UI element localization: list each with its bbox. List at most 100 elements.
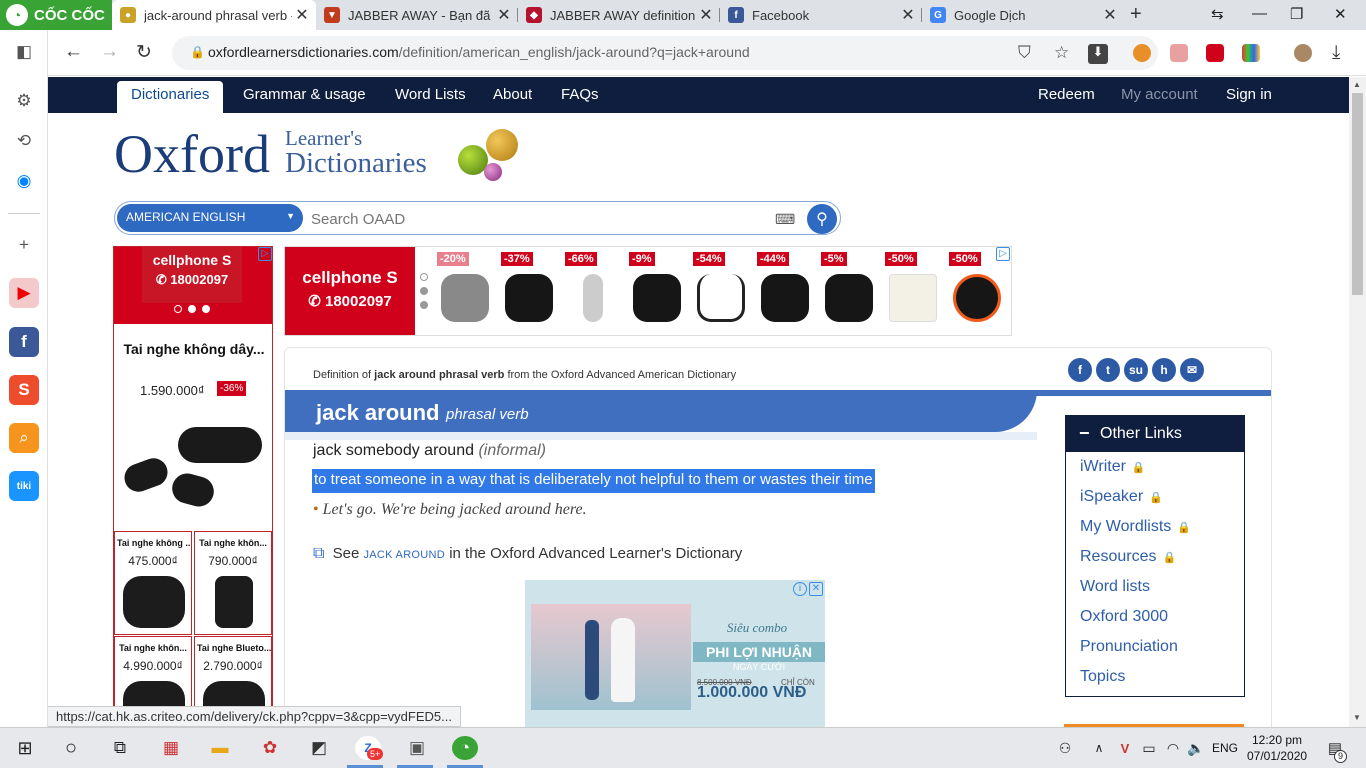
settings-icon[interactable]: ⚙: [9, 86, 39, 116]
tab-search-icon[interactable]: ⇆: [1211, 5, 1224, 23]
tiki-icon[interactable]: tiki: [9, 471, 39, 501]
link-ispeaker[interactable]: iSpeaker 🔒: [1080, 488, 1163, 506]
banner-product[interactable]: -50%: [883, 252, 941, 330]
top-ad-banner[interactable]: cellphone S ✆ 18002097 -20% -37% -66% -9…: [284, 246, 1012, 336]
reddit-share-icon[interactable]: h: [1152, 358, 1176, 382]
nav-dictionaries[interactable]: Dictionaries: [117, 81, 224, 113]
ad-product-cell[interactable]: Tai nghe khôn... 790.000₫: [194, 531, 272, 635]
close-window-button[interactable]: ✕: [1334, 5, 1347, 23]
banner-product[interactable]: -50%: [947, 252, 1005, 330]
stumbleupon-share-icon[interactable]: su: [1124, 358, 1148, 382]
bookmark-star-icon[interactable]: ☆: [1054, 43, 1069, 63]
link-oxford-3000[interactable]: Oxford 3000: [1080, 608, 1168, 626]
nav-about[interactable]: About: [493, 86, 532, 103]
tab-google-translate[interactable]: G Google Dịch ✕: [922, 0, 1124, 30]
close-tab-icon[interactable]: ✕: [1100, 5, 1120, 25]
input-language[interactable]: ENG: [1212, 741, 1238, 755]
link-word-lists[interactable]: Word lists: [1080, 578, 1150, 596]
facebook-icon[interactable]: f: [9, 327, 39, 357]
coccoc-menu-button[interactable]: ◔ CỐC CỐC: [0, 0, 112, 30]
carousel-dots[interactable]: [174, 305, 210, 313]
forward-button[interactable]: →: [100, 41, 119, 63]
banner-product[interactable]: -66%: [563, 252, 621, 330]
adchoices-icon[interactable]: ▷: [996, 247, 1010, 261]
banner-dot[interactable]: [420, 273, 428, 281]
show-hidden-icons[interactable]: ∧: [1086, 736, 1112, 760]
close-tab-icon[interactable]: ✕: [696, 5, 716, 25]
search-input[interactable]: [311, 207, 771, 231]
extension-coccoc-icon[interactable]: [1133, 44, 1151, 62]
banner-product[interactable]: -54%: [691, 252, 749, 330]
carousel-dot[interactable]: [188, 305, 196, 313]
shopee-icon[interactable]: S: [9, 375, 39, 405]
left-ad-banner[interactable]: cellphone S ✆ 18002097 ▷ Tai nghe không …: [113, 246, 273, 727]
link-pronunciation[interactable]: Pronunciation: [1080, 638, 1178, 656]
app-notes-icon[interactable]: ◩: [306, 736, 332, 760]
windows-start-icon[interactable]: ⊞: [12, 736, 38, 760]
battery-icon[interactable]: ▭: [1136, 736, 1162, 760]
address-bar[interactable]: 🔒 oxfordlearnersdictionaries.com/definit…: [172, 36, 1158, 70]
download-page-icon[interactable]: ⬇: [1088, 44, 1108, 64]
tab-facebook[interactable]: f Facebook ✕: [720, 0, 922, 30]
ad-product-cell[interactable]: Tai nghe không ... 475.000₫: [114, 531, 192, 635]
banner-product[interactable]: -20%: [435, 252, 493, 330]
adchoices-icon[interactable]: ▷: [258, 247, 272, 261]
email-share-icon[interactable]: ✉: [1180, 358, 1204, 382]
banner-dot[interactable]: [420, 287, 428, 295]
facebook-share-icon[interactable]: f: [1068, 358, 1092, 382]
add-sidebar-app-icon[interactable]: +: [9, 230, 39, 260]
volume-icon[interactable]: 🔈: [1183, 736, 1209, 760]
extension-colorful-icon[interactable]: [1242, 44, 1260, 62]
nav-faqs[interactable]: FAQs: [561, 86, 599, 103]
people-icon[interactable]: ⚇: [1052, 736, 1078, 760]
new-tab-button[interactable]: +: [1130, 3, 1142, 26]
scroll-down-icon[interactable]: ▼: [1353, 713, 1361, 722]
link-iwriter[interactable]: iWriter 🔒: [1080, 458, 1146, 476]
other-links-header[interactable]: − Other Links: [1066, 416, 1244, 452]
search-app-icon[interactable]: ⌕: [9, 423, 39, 453]
unikey-icon[interactable]: V: [1112, 736, 1138, 760]
extension-red-icon[interactable]: [1206, 44, 1224, 62]
youtube-icon[interactable]: ▶: [9, 278, 39, 308]
nav-grammar-usage[interactable]: Grammar & usage: [243, 86, 366, 103]
carousel-dot[interactable]: [202, 305, 210, 313]
link-topics[interactable]: Topics: [1080, 668, 1125, 686]
close-tab-icon[interactable]: ✕: [898, 5, 918, 25]
nav-my-account[interactable]: My account: [1121, 86, 1198, 103]
close-tab-icon[interactable]: ✕: [292, 5, 312, 25]
nav-word-lists[interactable]: Word Lists: [395, 86, 466, 103]
close-tab-icon[interactable]: ✕: [494, 5, 514, 25]
ad-info-icon[interactable]: i: [793, 582, 807, 596]
link-resources[interactable]: Resources 🔒: [1080, 548, 1176, 566]
shield-icon[interactable]: ⛉: [1018, 43, 1031, 63]
carousel-dot[interactable]: [174, 305, 182, 313]
url-text[interactable]: oxfordlearnersdictionaries.com/definitio…: [208, 44, 750, 60]
minimize-button[interactable]: —: [1252, 5, 1267, 22]
app-tray-icon[interactable]: ▣: [404, 736, 430, 760]
app-network-icon[interactable]: ✿: [257, 736, 283, 760]
keyboard-icon[interactable]: ⌨: [775, 211, 795, 228]
history-icon[interactable]: ⟲: [9, 126, 39, 156]
taskbar-clock[interactable]: 12:20 pm 07/01/2020: [1247, 732, 1307, 764]
oxford-logo[interactable]: Oxford Learner's Dictionaries: [114, 127, 518, 181]
search-button[interactable]: ⚲: [807, 204, 837, 234]
banner-product[interactable]: -44%: [755, 252, 813, 330]
scroll-up-icon[interactable]: ▲: [1353, 80, 1361, 89]
link-my-wordlists[interactable]: My Wordlists 🔒: [1080, 518, 1191, 536]
reload-button[interactable]: ↻: [136, 41, 152, 64]
tab-jabber-away-def[interactable]: ◆ JABBER AWAY definition fro ✕: [518, 0, 720, 30]
banner-product[interactable]: -5%: [819, 252, 877, 330]
task-view-icon[interactable]: ⧉: [107, 736, 133, 760]
downloads-icon[interactable]: ⤓: [1332, 42, 1340, 64]
profile-avatar[interactable]: [1294, 44, 1312, 62]
see-also-link[interactable]: JACK AROUND: [363, 549, 445, 561]
coccoc-taskbar-icon[interactable]: ◔: [452, 736, 478, 760]
page-scrollbar[interactable]: ▲ ▼: [1349, 77, 1366, 727]
ad-close-icon[interactable]: ✕: [809, 582, 823, 596]
back-button[interactable]: ←: [64, 41, 83, 63]
nav-redeem[interactable]: Redeem: [1038, 86, 1095, 103]
tab-oxford[interactable]: ● jack-around phrasal verb - D ✕: [112, 0, 316, 30]
extension-adblock-icon[interactable]: [1170, 44, 1188, 62]
banner-product[interactable]: -37%: [499, 252, 557, 330]
banner-product[interactable]: -9%: [627, 252, 685, 330]
